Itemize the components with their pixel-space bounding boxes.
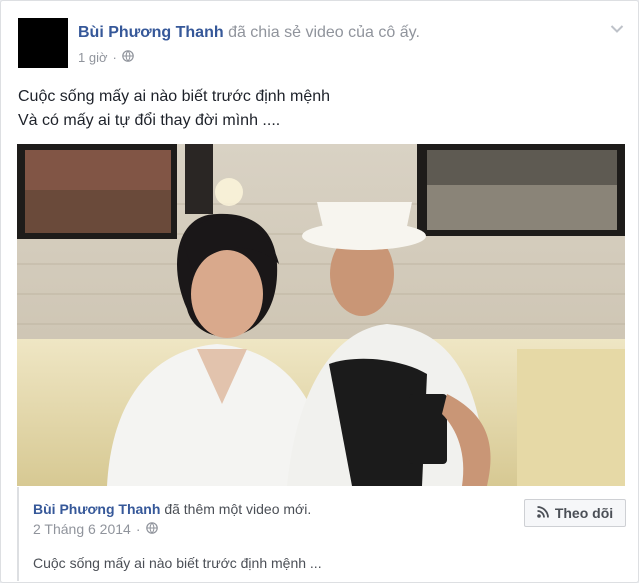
feed-post: Bùi Phương Thanh đã chia sẻ video của cô… [0, 0, 639, 583]
follow-button-label: Theo dõi [554, 505, 614, 521]
meta-separator: · [135, 521, 141, 537]
attachment-description: Cuộc sống mấy ai nào biết trước định mện… [33, 555, 322, 571]
attachment-meta: 2 Tháng 6 2014 · [33, 521, 158, 537]
author-link[interactable]: Bùi Phương Thanh [78, 24, 224, 41]
globe-icon[interactable] [122, 50, 134, 65]
post-action-text: đã chia sẻ video của cô ấy. [228, 24, 420, 41]
video-player[interactable] [17, 144, 625, 486]
caption-line: Cuộc sống mấy ai nào biết trước định mện… [18, 88, 331, 105]
post-caption: Cuộc sống mấy ai nào biết trước định mện… [18, 85, 330, 133]
post-timestamp[interactable]: 1 giờ [78, 50, 108, 65]
globe-icon[interactable] [145, 521, 158, 537]
post-header: Bùi Phương Thanh đã chia sẻ video của cô… [78, 24, 420, 42]
shared-attachment[interactable]: Bùi Phương Thanh đã thêm một video mới. … [17, 487, 627, 581]
follow-button[interactable]: Theo dõi [524, 499, 626, 527]
attachment-header: Bùi Phương Thanh đã thêm một video mới. [33, 501, 311, 517]
video-thumbnail [17, 144, 625, 486]
attachment-action-text: đã thêm một video mới. [164, 501, 312, 517]
post-meta: 1 giờ · [78, 50, 134, 65]
attachment-author-link[interactable]: Bùi Phương Thanh [33, 501, 160, 517]
meta-separator: · [112, 50, 117, 65]
avatar[interactable] [18, 18, 68, 68]
chevron-down-icon[interactable] [610, 21, 624, 39]
caption-line: Và có mấy ai tự đổi thay đời mình .... [18, 112, 281, 129]
rss-icon [537, 505, 549, 521]
attachment-date[interactable]: 2 Tháng 6 2014 [33, 521, 131, 537]
